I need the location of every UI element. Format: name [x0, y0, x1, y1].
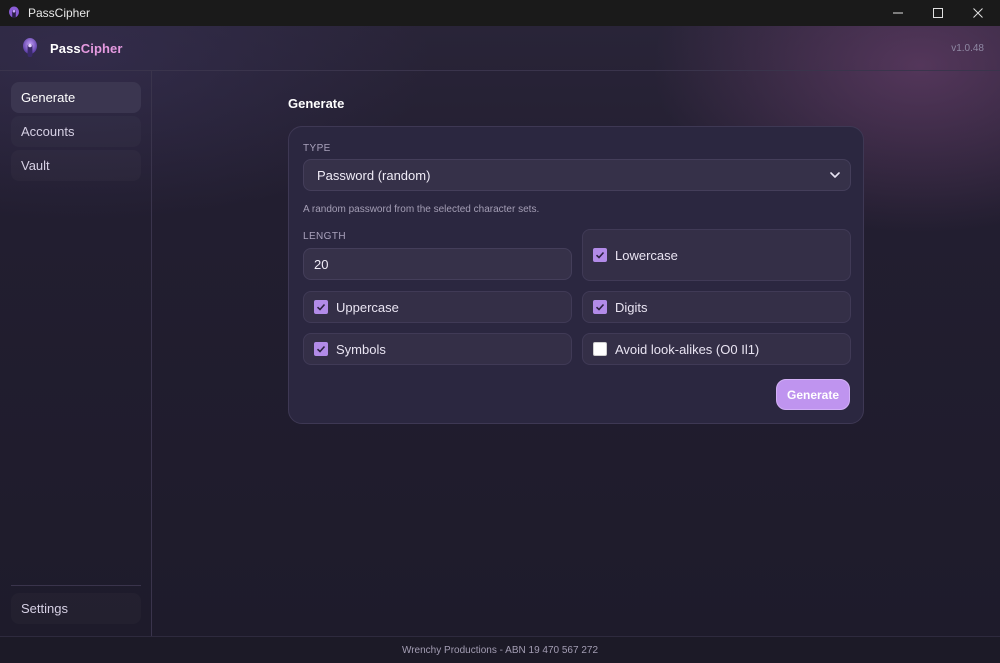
sidebar-divider — [11, 585, 141, 586]
option-label: Lowercase — [615, 247, 678, 263]
app-header: PassCipher v1.0.48 — [0, 26, 1000, 71]
brand-name-accent: Cipher — [80, 41, 123, 56]
option-label: Digits — [615, 299, 648, 315]
minimize-button[interactable] — [878, 0, 918, 26]
title-bar: PassCipher — [0, 0, 1000, 26]
app-icon — [9, 6, 19, 18]
option-label: Uppercase — [336, 299, 399, 315]
length-value: 20 — [314, 256, 329, 272]
close-button[interactable] — [958, 0, 998, 26]
app-window: PassCipher PassCipher v1.0.48 Generate A… — [0, 0, 1000, 663]
check-icon — [595, 251, 605, 259]
sidebar-item-label: Accounts — [21, 124, 75, 139]
footer: Wrenchy Productions - ABN 19 470 567 272 — [0, 636, 1000, 663]
option-avoid-lookalikes[interactable]: Avoid look-alikes (O0 Il1) — [582, 333, 851, 365]
sidebar-item-vault[interactable]: Vault — [11, 150, 141, 181]
uppercase-checkbox[interactable] — [314, 300, 328, 314]
chevron-down-icon — [830, 172, 840, 178]
brand-name: PassCipher — [50, 41, 123, 56]
check-icon — [595, 303, 605, 311]
sidebar-item-settings[interactable]: Settings — [11, 593, 141, 624]
avoid-lookalikes-checkbox[interactable] — [593, 342, 607, 356]
option-uppercase[interactable]: Uppercase — [303, 291, 572, 323]
type-label: TYPE — [303, 143, 331, 154]
sidebar-item-label: Settings — [21, 601, 68, 616]
sidebar-item-accounts[interactable]: Accounts — [11, 116, 141, 147]
option-digits[interactable]: Digits — [582, 291, 851, 323]
maximize-icon — [933, 8, 943, 18]
page-title: Generate — [288, 96, 345, 111]
brand-name-primary: Pass — [50, 41, 81, 56]
sidebar-item-label: Generate — [21, 90, 76, 105]
close-icon — [973, 8, 983, 18]
generate-button[interactable]: Generate — [776, 379, 850, 410]
generator-card: TYPE Password (random) A random password… — [288, 126, 864, 424]
lowercase-checkbox[interactable] — [593, 248, 607, 262]
type-select-value: Password (random) — [317, 167, 431, 183]
check-icon — [316, 303, 326, 311]
digits-checkbox[interactable] — [593, 300, 607, 314]
minimize-icon — [893, 12, 903, 14]
lock-keyhole-icon — [23, 38, 37, 57]
type-hint: A random password from the selected char… — [303, 204, 540, 215]
option-label: Symbols — [336, 341, 386, 357]
option-lowercase[interactable]: Lowercase — [582, 229, 851, 281]
option-label: Avoid look-alikes (O0 Il1) — [615, 341, 760, 357]
version-label: v1.0.48 — [951, 43, 984, 54]
length-input[interactable]: 20 — [303, 248, 572, 280]
option-symbols[interactable]: Symbols — [303, 333, 572, 365]
sidebar-item-label: Vault — [21, 158, 50, 173]
maximize-button[interactable] — [918, 0, 958, 26]
sidebar: Generate Accounts Vault Settings — [0, 71, 152, 636]
footer-text: Wrenchy Productions - ABN 19 470 567 272 — [401, 644, 599, 656]
window-title: PassCipher — [28, 6, 91, 20]
type-select[interactable]: Password (random) — [303, 159, 851, 191]
sidebar-item-generate[interactable]: Generate — [11, 82, 141, 113]
check-icon — [316, 345, 326, 353]
length-label: LENGTH — [303, 231, 346, 242]
symbols-checkbox[interactable] — [314, 342, 328, 356]
